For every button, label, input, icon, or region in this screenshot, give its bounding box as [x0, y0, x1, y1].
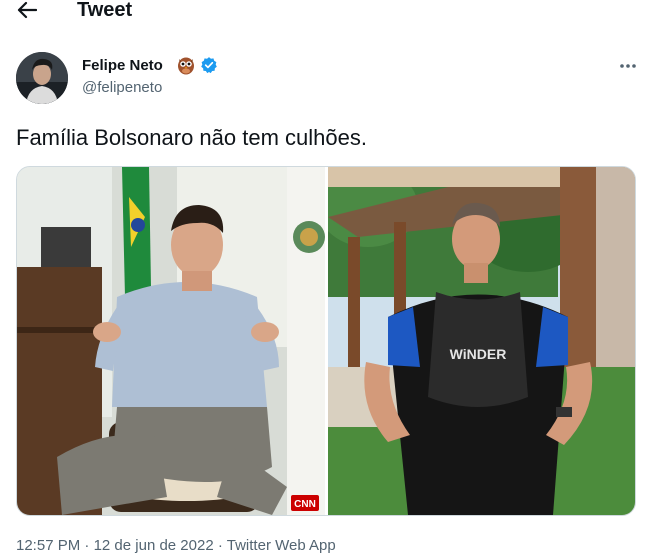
- avatar[interactable]: [16, 52, 68, 104]
- photo-interview-scene: CNN: [17, 167, 325, 515]
- tweet-text: Família Bolsonaro não tem culhões.: [16, 125, 367, 150]
- wetsuit-brand-text: WiNDER: [450, 346, 507, 362]
- cnn-logo-text: CNN: [294, 499, 316, 510]
- verified-badge-icon: [201, 57, 217, 74]
- back-button[interactable]: [14, 0, 40, 22]
- meta-separator-2: ·: [217, 537, 223, 554]
- tweet-time[interactable]: 12:57 PM: [16, 537, 80, 554]
- avatar-image: [16, 52, 68, 104]
- author-handle[interactable]: @felipeneto: [82, 79, 162, 97]
- tweet-photo-right[interactable]: WiNDER: [328, 167, 635, 515]
- tweet-author: Felipe Neto @felipeneto: [16, 51, 636, 105]
- arrow-left-icon: [17, 1, 37, 19]
- tweet-date[interactable]: 12 de jun de 2022: [94, 537, 214, 554]
- photo-wetsuit-scene: WiNDER: [328, 167, 635, 515]
- tweet-meta: 12:57 PM · 12 de jun de 2022 · Twitter W…: [16, 536, 336, 556]
- author-name[interactable]: Felipe Neto: [82, 57, 163, 75]
- top-bar: Tweet: [0, 0, 653, 26]
- page-title: Tweet: [77, 0, 133, 21]
- tweet-photo-left[interactable]: CNN: [17, 167, 325, 515]
- owl-icon: [178, 57, 194, 75]
- meta-separator-1: ·: [84, 537, 90, 554]
- more-horizontal-icon[interactable]: [618, 61, 638, 71]
- tweet-media: CNN WiNDER: [16, 166, 636, 516]
- tweet-source[interactable]: Twitter Web App: [227, 537, 336, 554]
